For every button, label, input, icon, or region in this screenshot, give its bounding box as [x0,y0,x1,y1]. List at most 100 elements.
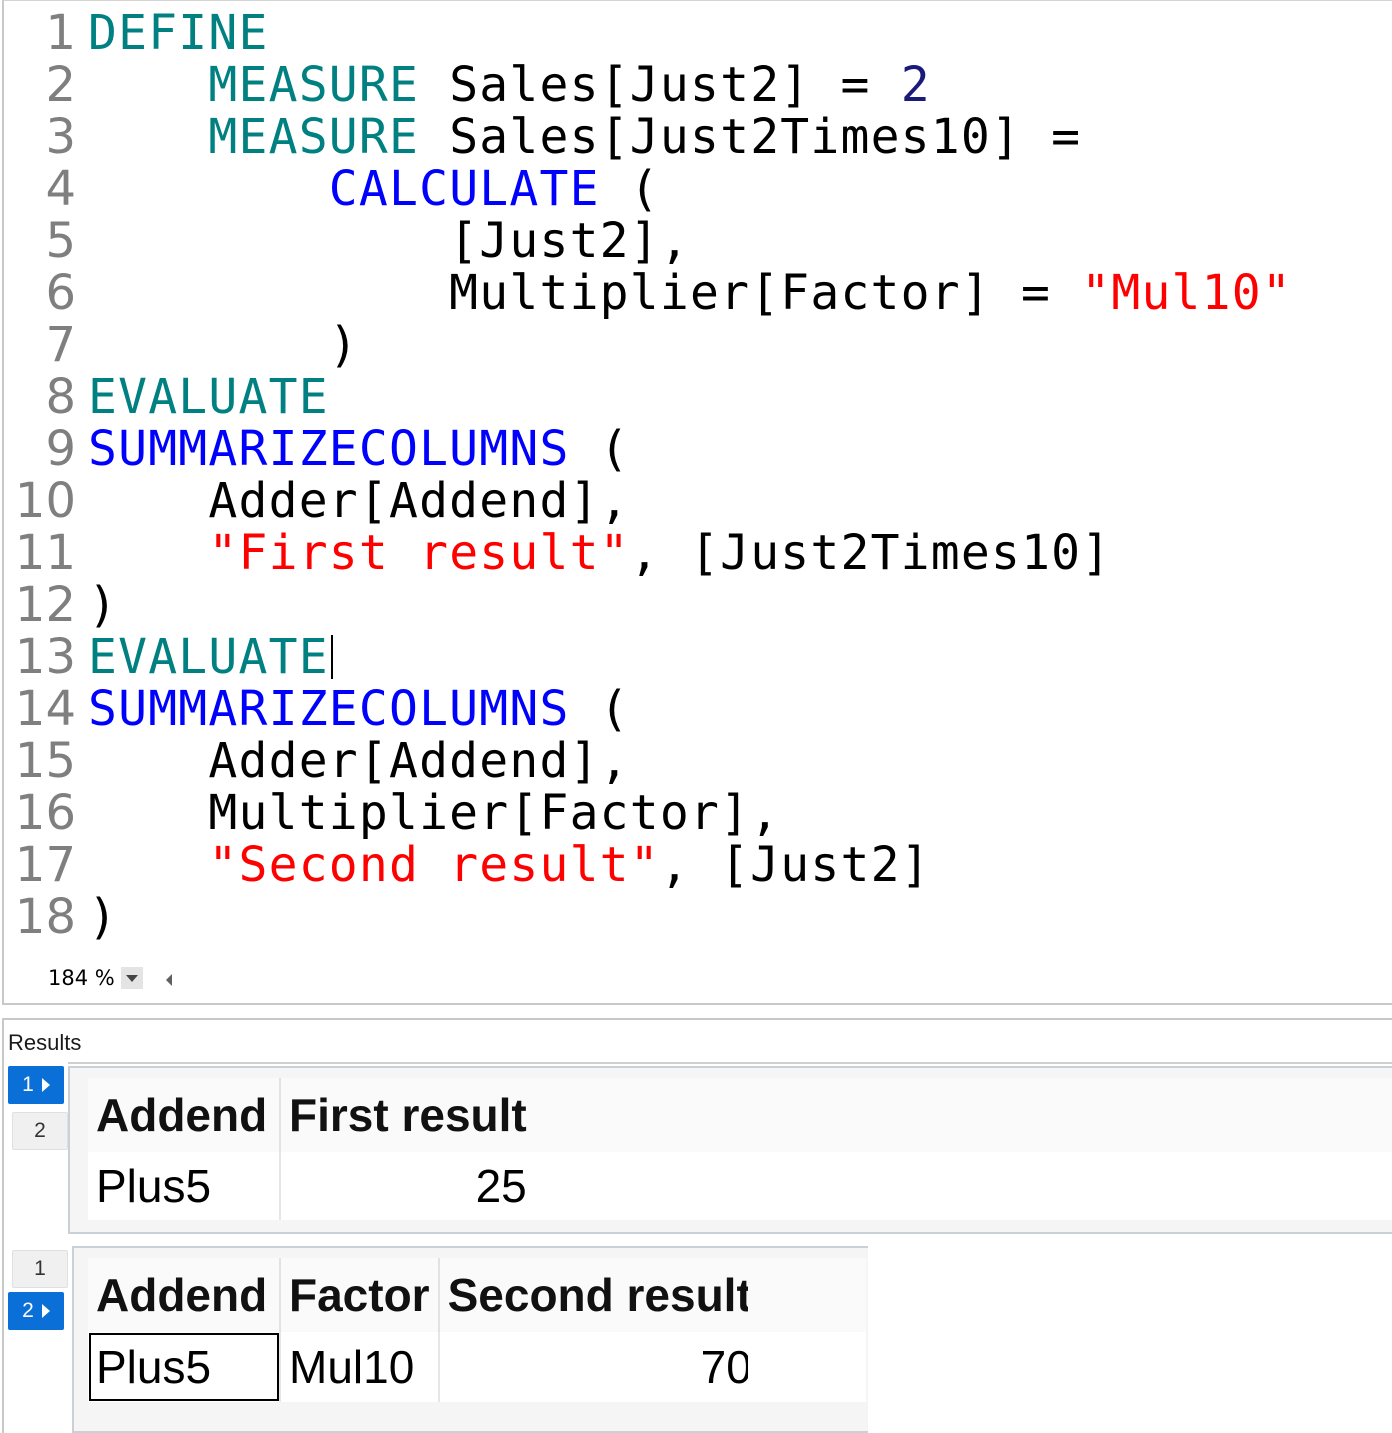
code-text[interactable]: MEASURE Sales[Just2Times10] = [88,111,1081,163]
token-text: [Just2], [88,213,690,269]
code-text[interactable]: CALCULATE ( [88,163,660,215]
code-line[interactable]: 16 Multiplier[Factor], [4,787,1392,839]
code-line[interactable]: 14 SUMMARIZECOLUMNS ( [4,683,1392,735]
cell-first-result[interactable]: 25 [280,1152,537,1220]
cell-second-result[interactable]: 70 [438,1332,762,1402]
token-text: Sales[Just2Times10] = [419,109,1082,165]
table-row[interactable]: Plus5 25 [88,1152,537,1220]
code-line[interactable]: 17 "Second result", [Just2] [4,839,1392,891]
line-number: 16 [14,785,76,841]
code-text[interactable]: ) [88,891,118,943]
token-kw-blue: CALCULATE [328,161,600,217]
line-number: 14 [14,681,76,737]
code-line[interactable]: 4 CALCULATE ( [4,163,1392,215]
column-header-addend[interactable]: Addend [88,1078,281,1152]
result2-tab-2[interactable]: 2 [8,1292,64,1330]
line-number: 3 [45,109,76,165]
token-text: , [Just2] [659,837,931,893]
code-line[interactable]: 6 Multiplier[Factor] = "Mul10" [4,267,1392,319]
text-caret [330,635,333,679]
line-number: 15 [14,733,76,789]
code-line[interactable]: 9 SUMMARIZECOLUMNS ( [4,423,1392,475]
code-text[interactable]: EVALUATE [88,631,333,683]
code-line[interactable]: 11 "First result", [Just2Times10] [4,527,1392,579]
token-kw-teal: DEFINE [88,5,269,61]
code-text[interactable]: ) [88,319,359,371]
scroll-left-icon[interactable] [166,974,172,986]
tab-label: 1 [34,1257,46,1280]
table-row[interactable]: Plus5 Mul10 70 [88,1332,762,1402]
line-number: 4 [45,161,76,217]
code-text[interactable]: [Just2], [88,215,690,267]
code-text[interactable]: SUMMARIZECOLUMNS ( [88,683,630,735]
token-text: ) [88,577,119,633]
code-line[interactable]: 18) [4,891,1392,943]
token-text: , [Just2Times10] [629,525,1112,581]
token-str: "First result" [208,525,630,581]
result1-tab-1[interactable]: 1 [8,1066,64,1104]
code-text[interactable]: DEFINE [88,7,269,59]
line-number: 1 [45,5,76,61]
code-line[interactable]: 13 EVALUATE [4,631,1392,683]
results-divider [68,1062,1392,1064]
code-text[interactable]: Multiplier[Factor] = "Mul10" [88,267,1292,319]
code-text[interactable]: Adder[Addend], [88,735,630,787]
code-line[interactable]: 15 Adder[Addend], [4,735,1392,787]
token-text: Adder[Addend], [88,473,630,529]
line-number: 2 [45,57,76,113]
code-line[interactable]: 3 MEASURE Sales[Just2Times10] = [4,111,1392,163]
result1-tab-2[interactable]: 2 [12,1112,68,1150]
column-header-addend[interactable]: Addend [88,1258,281,1332]
token-kw-blue: SUMMARIZECOLUMNS [88,421,570,477]
code-line[interactable]: 1 DEFINE [4,7,1392,59]
code-line[interactable]: 10 Adder[Addend], [4,475,1392,527]
token-kw-teal: MEASURE [208,109,420,165]
zoom-control[interactable]: 184 % [48,963,143,993]
line-number: 18 [14,889,76,945]
result2-tab-1[interactable]: 1 [12,1250,68,1288]
code-text[interactable]: ) [88,579,118,631]
dropdown-arrow-icon[interactable] [120,967,143,989]
token-text: ( [569,421,630,477]
results-title: Results [8,1030,82,1055]
tab-label: 2 [22,1299,34,1322]
result1-row-filler [528,1152,1392,1220]
code-line[interactable]: 5 [Just2], [4,215,1392,267]
line-number: 12 [14,577,76,633]
token-num: 2 [900,57,931,113]
result2-row-filler [748,1332,866,1402]
tab-pointer-icon [41,1078,50,1092]
column-header-second-result[interactable]: Second result [438,1258,762,1332]
tab-label: 1 [22,1073,34,1096]
code-line[interactable]: 12) [4,579,1392,631]
query-editor[interactable]: 1 DEFINE 2 MEASURE Sales[Just2] = 23 MEASU… [2,0,1392,1005]
token-str: "Second result" [208,837,660,893]
code-text[interactable]: "Second result", [Just2] [88,839,931,891]
code-line[interactable]: 8 EVALUATE [4,371,1392,423]
cell-factor[interactable]: Mul10 [280,1332,440,1402]
cell-addend-selected[interactable]: Plus5 [88,1332,281,1402]
code-text[interactable]: EVALUATE [88,371,329,423]
column-header-factor[interactable]: Factor [280,1258,440,1332]
column-header-first-result[interactable]: First result [280,1078,537,1152]
cell-addend[interactable]: Plus5 [88,1152,281,1220]
code-text[interactable]: SUMMARIZECOLUMNS ( [88,423,630,475]
code-text[interactable]: "First result", [Just2Times10] [88,527,1111,579]
result1-grid[interactable]: Addend First result Plus5 25 [88,1078,537,1220]
code-text[interactable]: Multiplier[Factor], [88,787,780,839]
token-text: ) [88,889,119,945]
line-number: 5 [45,213,76,269]
code-text[interactable]: MEASURE Sales[Just2] = 2 [88,59,931,111]
code-line[interactable]: 2 MEASURE Sales[Just2] = 2 [4,59,1392,111]
token-kw-teal: EVALUATE [88,369,329,425]
line-number: 8 [45,369,76,425]
token-text: ( [569,681,630,737]
code-text[interactable]: Adder[Addend], [88,475,630,527]
code-line[interactable]: 7 ) [4,319,1392,371]
result2-grid[interactable]: Addend Factor Second result Plus5 Mul10 … [88,1258,762,1402]
token-str: "Mul10" [1081,265,1292,321]
tab-pointer-icon [41,1304,50,1318]
